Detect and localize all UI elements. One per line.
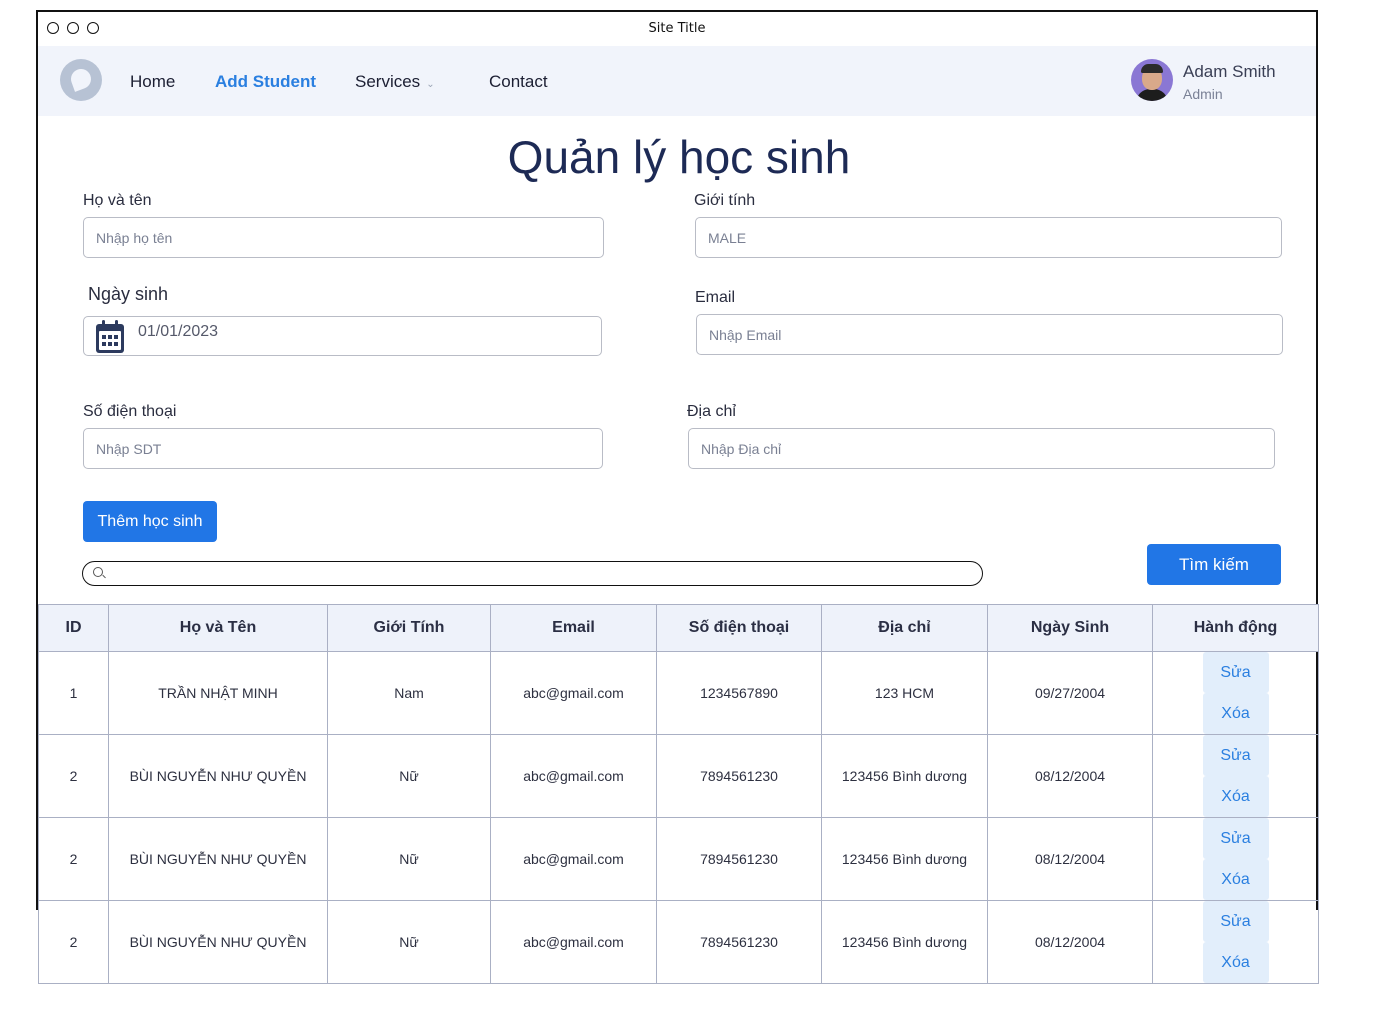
name-label: Họ và tên xyxy=(83,192,152,209)
cell-email: abc@gmail.com xyxy=(490,900,657,984)
nav-services[interactable]: Services ⌄ xyxy=(355,72,435,92)
dob-value: 01/01/2023 xyxy=(138,323,219,340)
header-dob: Ngày Sinh xyxy=(987,604,1153,652)
search-icon xyxy=(93,567,103,577)
edit-button[interactable]: Sửa xyxy=(1202,901,1269,942)
search-button[interactable]: Tìm kiếm xyxy=(1147,544,1281,585)
table-row: 2 BÙI NGUYỄN NHƯ QUYỀN Nữ abc@gmail.com … xyxy=(38,734,1319,818)
name-placeholder: Nhập họ tên xyxy=(96,229,173,246)
email-label: Email xyxy=(695,289,736,306)
header-name: Họ và Tên xyxy=(108,604,328,652)
cell-address: 123456 Bình dương xyxy=(821,817,988,901)
nav-home[interactable]: Home xyxy=(130,72,175,92)
table-header-row: ID Họ và Tên Giới Tính Email Số điện tho… xyxy=(38,604,1319,652)
header-id: ID xyxy=(38,604,109,652)
edit-button[interactable]: Sửa xyxy=(1202,735,1269,776)
navbar: Home Add Student Services ⌄ Contact Adam … xyxy=(38,46,1316,116)
cell-phone: 7894561230 xyxy=(656,734,822,818)
delete-button[interactable]: Xóa xyxy=(1202,859,1269,900)
header-actions: Hành động xyxy=(1152,604,1319,652)
logo-icon[interactable] xyxy=(60,59,102,101)
cell-phone: 7894561230 xyxy=(656,900,822,984)
cell-phone: 1234567890 xyxy=(656,651,822,735)
calendar-icon[interactable] xyxy=(94,319,126,355)
email-input[interactable]: Nhập Email xyxy=(696,314,1283,355)
add-student-button[interactable]: Thêm học sinh xyxy=(83,501,217,542)
delete-button[interactable]: Xóa xyxy=(1202,693,1269,734)
dob-input[interactable]: 01/01/2023 xyxy=(83,316,602,356)
address-label: Địa chỉ xyxy=(687,403,736,420)
cell-gender: Nữ xyxy=(327,900,491,984)
cell-id: 2 xyxy=(38,900,109,984)
gender-select[interactable]: MALE xyxy=(695,217,1282,258)
cell-address: 123 HCM xyxy=(821,651,988,735)
cell-dob: 08/12/2004 xyxy=(987,734,1153,818)
cell-id: 2 xyxy=(38,734,109,818)
delete-button[interactable]: Xóa xyxy=(1202,942,1269,983)
cell-actions: SửaXóa xyxy=(1152,900,1319,984)
page-title: Quản lý học sinh xyxy=(507,131,851,183)
address-placeholder: Nhập Địa chỉ xyxy=(701,440,782,457)
name-input[interactable]: Nhập họ tên xyxy=(83,217,604,258)
cell-address: 123456 Bình dương xyxy=(821,900,988,984)
cell-name: BÙI NGUYỄN NHƯ QUYỀN xyxy=(108,900,328,984)
cell-gender: Nam xyxy=(327,651,491,735)
cell-address: 123456 Bình dương xyxy=(821,734,988,818)
phone-placeholder: Nhập SDT xyxy=(96,440,162,457)
table-row: 2 BÙI NGUYỄN NHƯ QUYỀN Nữ abc@gmail.com … xyxy=(38,817,1319,901)
browser-window: Site Title Home Add Student Services ⌄ Co… xyxy=(36,10,1319,984)
email-placeholder: Nhập Email xyxy=(709,326,782,343)
cell-dob: 08/12/2004 xyxy=(987,817,1153,901)
address-input[interactable]: Nhập Địa chỉ xyxy=(688,428,1275,469)
cell-email: abc@gmail.com xyxy=(490,734,657,818)
phone-input[interactable]: Nhập SDT xyxy=(83,428,603,469)
header-email: Email xyxy=(490,604,657,652)
avatar[interactable] xyxy=(1131,59,1173,101)
students-table: ID Họ và Tên Giới Tính Email Số điện tho… xyxy=(38,604,1319,984)
cell-email: abc@gmail.com xyxy=(490,817,657,901)
chevron-down-icon: ⌄ xyxy=(426,79,435,90)
cell-actions: SửaXóa xyxy=(1152,817,1319,901)
cell-id: 1 xyxy=(38,651,109,735)
cell-dob: 08/12/2004 xyxy=(987,900,1153,984)
table-row: 1 TRẦN NHẬT MINH Nam abc@gmail.com 12345… xyxy=(38,651,1319,735)
gender-value: MALE xyxy=(708,229,747,246)
nav-contact[interactable]: Contact xyxy=(489,72,548,92)
edit-button[interactable]: Sửa xyxy=(1202,818,1269,859)
cell-email: abc@gmail.com xyxy=(490,651,657,735)
user-name: Adam Smith xyxy=(1183,62,1276,81)
nav-services-label: Services xyxy=(355,72,421,91)
cell-phone: 7894561230 xyxy=(656,817,822,901)
phone-label: Số điện thoại xyxy=(83,403,177,420)
nav-add-student[interactable]: Add Student xyxy=(215,72,316,92)
edit-button[interactable]: Sửa xyxy=(1202,652,1269,693)
header-phone: Số điện thoại xyxy=(656,604,822,652)
cell-gender: Nữ xyxy=(327,817,491,901)
header-address: Địa chỉ xyxy=(821,604,988,652)
cell-name: TRẦN NHẬT MINH xyxy=(108,651,328,735)
table-row: 2 BÙI NGUYỄN NHƯ QUYỀN Nữ abc@gmail.com … xyxy=(38,900,1319,984)
gender-label: Giới tính xyxy=(694,192,756,209)
dob-label: Ngày sinh xyxy=(88,284,169,304)
cell-id: 2 xyxy=(38,817,109,901)
cell-actions: SửaXóa xyxy=(1152,734,1319,818)
cell-gender: Nữ xyxy=(327,734,491,818)
cell-dob: 09/27/2004 xyxy=(987,651,1153,735)
cell-name: BÙI NGUYỄN NHƯ QUYỀN xyxy=(108,734,328,818)
site-title: Site Title xyxy=(648,21,706,36)
user-role: Admin xyxy=(1183,86,1223,102)
cell-actions: SửaXóa xyxy=(1152,651,1319,735)
delete-button[interactable]: Xóa xyxy=(1202,776,1269,817)
header-gender: Giới Tính xyxy=(327,604,491,652)
search-input[interactable] xyxy=(82,561,983,586)
title-bar: Site Title xyxy=(38,12,1316,46)
cell-name: BÙI NGUYỄN NHƯ QUYỀN xyxy=(108,817,328,901)
